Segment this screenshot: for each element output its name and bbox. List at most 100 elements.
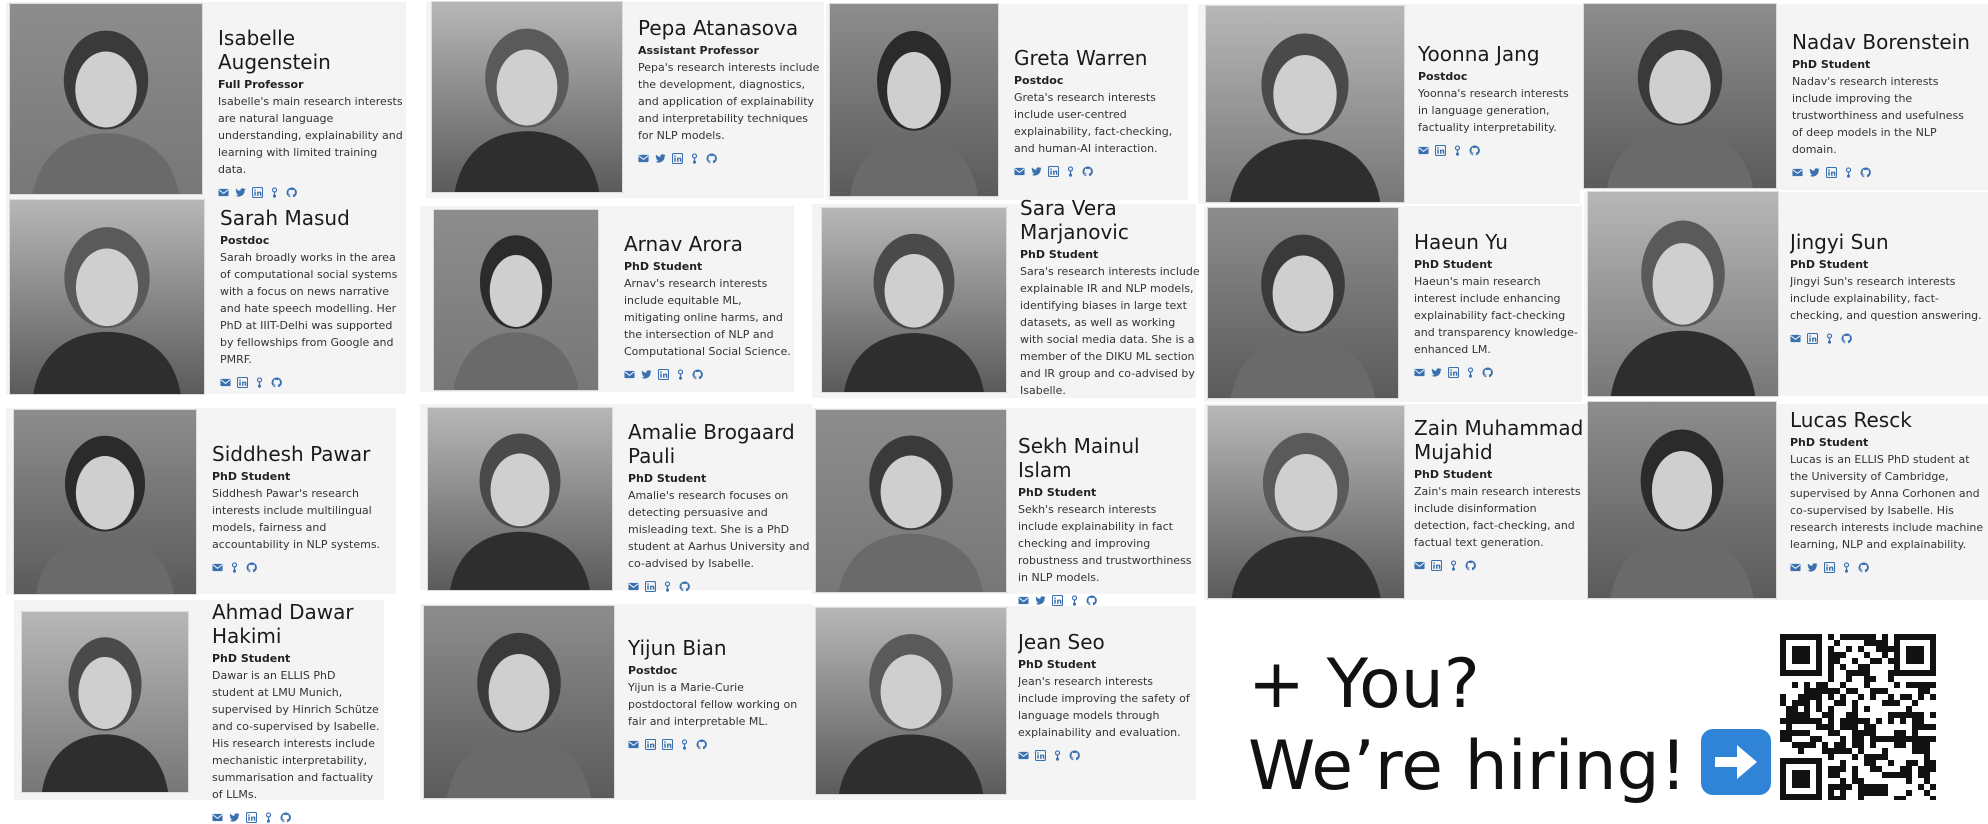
member-photo — [432, 2, 622, 192]
member-photo — [14, 410, 196, 594]
scholar-icon[interactable] — [1841, 561, 1852, 573]
email-icon[interactable] — [628, 739, 639, 750]
twitter-icon[interactable] — [655, 153, 666, 164]
email-icon[interactable] — [1018, 750, 1029, 761]
linkedin-icon[interactable] — [252, 186, 263, 198]
github-icon[interactable] — [1082, 165, 1093, 177]
linkedin-icon[interactable] — [1431, 559, 1442, 571]
linkedin-icon[interactable] — [1052, 594, 1063, 606]
github-icon[interactable] — [692, 368, 703, 380]
email-icon[interactable] — [1790, 562, 1801, 573]
linkedin-icon[interactable] — [645, 580, 656, 592]
scholar-icon[interactable] — [1448, 559, 1459, 571]
email-icon[interactable] — [1414, 560, 1425, 571]
github-icon[interactable] — [246, 561, 257, 573]
member-info: Sekh Mainul Islam PhD Student Sekh's resea… — [1018, 434, 1194, 607]
qr-code-icon[interactable] — [1780, 634, 1936, 802]
email-icon[interactable] — [1418, 145, 1429, 156]
social-links — [212, 810, 380, 824]
email-icon[interactable] — [1792, 167, 1803, 178]
member-info: Siddhesh Pawar PhD Student Siddhesh Pawar'… — [212, 442, 394, 574]
member-description: Lucas is an ELLIS PhD student at the Uni… — [1790, 453, 1984, 551]
linkedin-icon[interactable] — [237, 376, 248, 388]
member-description: Nadav's research interests include impro… — [1792, 75, 1964, 156]
member-info: Ahmad Dawar Hakimi PhD Student Dawar is an… — [212, 600, 380, 824]
github-icon[interactable] — [1482, 366, 1493, 378]
twitter-icon[interactable] — [229, 812, 240, 823]
email-icon[interactable] — [638, 153, 649, 164]
github-icon[interactable] — [1086, 594, 1097, 606]
github-icon[interactable] — [706, 152, 717, 164]
github-icon[interactable] — [696, 738, 707, 750]
twitter-icon[interactable] — [235, 187, 246, 198]
scholar-icon[interactable] — [1843, 166, 1854, 178]
scholar-icon[interactable] — [689, 152, 700, 164]
github-icon[interactable] — [1465, 559, 1476, 571]
twitter-icon[interactable] — [1807, 562, 1818, 573]
linkedin-icon[interactable] — [1448, 366, 1459, 378]
social-links — [638, 151, 824, 165]
github-icon[interactable] — [280, 811, 291, 823]
github-icon[interactable] — [1469, 144, 1480, 156]
linkedin-icon[interactable] — [246, 811, 257, 823]
email-icon[interactable] — [628, 581, 639, 592]
github-icon[interactable] — [679, 580, 690, 592]
email-icon[interactable] — [212, 562, 223, 573]
twitter-icon[interactable] — [1031, 166, 1042, 177]
member-photo — [816, 410, 1006, 592]
scholar-icon[interactable] — [1052, 749, 1063, 761]
twitter-icon[interactable] — [1035, 595, 1046, 606]
scholar-icon[interactable] — [1824, 332, 1835, 344]
github-icon[interactable] — [1860, 166, 1871, 178]
scholar-icon[interactable] — [1065, 165, 1076, 177]
linkedin-icon[interactable] — [658, 368, 669, 380]
member-role: PhD Student — [628, 472, 707, 485]
member-role: Postdoc — [628, 664, 678, 677]
linkedin-icon[interactable] — [1035, 749, 1046, 761]
github-icon[interactable] — [1069, 749, 1080, 761]
scholar-icon[interactable] — [1465, 366, 1476, 378]
member-name: Greta Warren — [1014, 46, 1148, 70]
github-icon[interactable] — [286, 186, 297, 198]
twitter-icon[interactable] — [1809, 167, 1820, 178]
scholar-icon[interactable] — [662, 580, 673, 592]
linkedin-icon[interactable] — [1824, 561, 1835, 573]
member-photo — [10, 200, 204, 394]
scholar-icon[interactable] — [675, 368, 686, 380]
twitter-icon[interactable] — [1431, 367, 1442, 378]
member-name: Siddhesh Pawar — [212, 442, 371, 466]
email-icon[interactable] — [220, 377, 231, 388]
member-photo — [1208, 406, 1404, 598]
linkedin-icon[interactable] — [662, 738, 673, 750]
github-icon[interactable] — [1858, 561, 1869, 573]
member-name: Sekh Mainul Islam — [1018, 434, 1140, 482]
member-photo — [822, 208, 1006, 392]
twitter-icon[interactable] — [641, 369, 652, 380]
email-icon[interactable] — [218, 187, 229, 198]
scholar-icon[interactable] — [679, 738, 690, 750]
linkedin-icon[interactable] — [672, 152, 683, 164]
right-arrow-icon[interactable] — [1700, 729, 1771, 796]
github-icon[interactable] — [271, 376, 282, 388]
email-icon[interactable] — [212, 812, 223, 823]
linkedin-icon[interactable] — [1826, 166, 1837, 178]
linkedin-icon[interactable] — [645, 738, 656, 750]
linkedin-icon[interactable] — [1048, 165, 1059, 177]
email-icon[interactable] — [1414, 367, 1425, 378]
scholar-icon[interactable] — [263, 811, 274, 823]
member-info: Sarah Masud Postdoc Sarah broadly works in… — [220, 206, 406, 389]
email-icon[interactable] — [624, 369, 635, 380]
email-icon[interactable] — [1790, 333, 1801, 344]
linkedin-icon[interactable] — [1807, 332, 1818, 344]
scholar-icon[interactable] — [269, 186, 280, 198]
scholar-icon[interactable] — [1452, 144, 1463, 156]
email-icon[interactable] — [1018, 595, 1029, 606]
email-icon[interactable] — [1014, 166, 1025, 177]
scholar-icon[interactable] — [254, 376, 265, 388]
scholar-icon[interactable] — [229, 561, 240, 573]
linkedin-icon[interactable] — [1435, 144, 1446, 156]
scholar-icon[interactable] — [1069, 594, 1080, 606]
member-info: Haeun Yu PhD Student Haeun's main research… — [1414, 230, 1578, 379]
github-icon[interactable] — [1841, 332, 1852, 344]
member-role: PhD Student — [1790, 436, 1869, 449]
